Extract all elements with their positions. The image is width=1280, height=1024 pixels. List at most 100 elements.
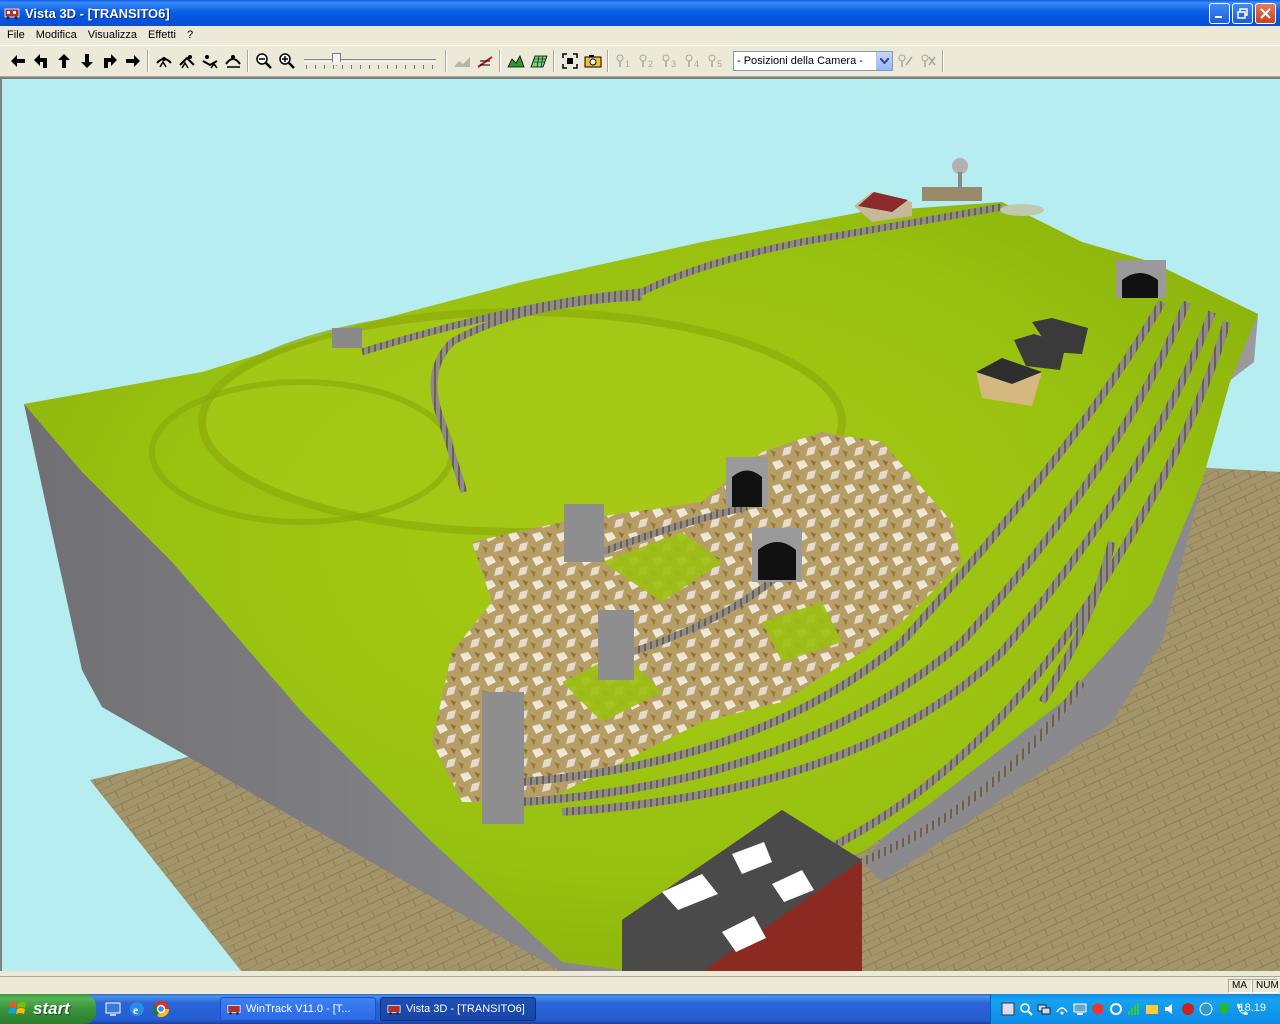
- camera-position-icon: 5: [708, 54, 722, 69]
- grid-icon: [529, 55, 548, 68]
- taskbar-item-label: WinTrack V11.0 - [T...: [246, 1003, 351, 1015]
- speed-slider[interactable]: [304, 51, 436, 71]
- view-walk-4-button[interactable]: [221, 50, 244, 73]
- globe-tray-icon[interactable]: [1199, 1002, 1213, 1016]
- turn-left-icon: [33, 54, 47, 68]
- move-down-button[interactable]: [75, 50, 98, 73]
- 3d-viewport[interactable]: [0, 77, 1280, 971]
- restore-icon: [1237, 8, 1248, 19]
- camera-position-icon: 3: [662, 54, 676, 69]
- move-left-button[interactable]: [6, 50, 29, 73]
- view-walk-1-button[interactable]: [152, 50, 175, 73]
- start-label: start: [33, 999, 70, 1018]
- menu-file[interactable]: File: [2, 29, 31, 41]
- camera-slot-1-button[interactable]: 1: [612, 50, 635, 73]
- camera-save-icon: [898, 54, 913, 67]
- security-tray-icon[interactable]: [1091, 1002, 1105, 1016]
- camera-position-select[interactable]: - Posizioni della Camera -: [733, 51, 893, 71]
- title-bar[interactable]: Vista 3D - [TRANSITO6]: [0, 0, 1280, 26]
- antivirus-tray-icon[interactable]: [1181, 1002, 1195, 1016]
- toolbar-separator: [147, 50, 149, 72]
- system-tray: 18.19: [990, 994, 1280, 1024]
- grid-button[interactable]: [527, 50, 550, 73]
- track-height-button[interactable]: [473, 50, 496, 73]
- minimize-button[interactable]: [1209, 3, 1230, 24]
- slider-track: [304, 59, 436, 62]
- menu-effetti[interactable]: Effetti: [143, 29, 182, 41]
- quick-launch: e: [104, 1000, 170, 1018]
- camera-slot-4-button[interactable]: 4: [681, 50, 704, 73]
- layout-3d-render[interactable]: [2, 79, 1280, 971]
- view-walk-2-button[interactable]: [175, 50, 198, 73]
- window-title: Vista 3D - [TRANSITO6]: [25, 5, 170, 21]
- view-walk-3-button[interactable]: [198, 50, 221, 73]
- terrain-icon: [453, 57, 470, 67]
- close-button[interactable]: [1255, 3, 1276, 24]
- fit-view-button[interactable]: [558, 50, 581, 73]
- sync-tray-icon[interactable]: [1109, 1002, 1123, 1016]
- stone-pier-4: [482, 692, 524, 824]
- camera-slot-5-button[interactable]: 5: [704, 50, 727, 73]
- taskbar-item-wintrack[interactable]: WinTrack V11.0 - [T...: [220, 997, 376, 1021]
- shield-icon[interactable]: [1217, 1002, 1231, 1016]
- search-tray-icon[interactable]: [1019, 1002, 1033, 1016]
- folder-tray-icon[interactable]: [1145, 1002, 1159, 1016]
- dropdown-arrow[interactable]: [876, 52, 892, 70]
- landscape-icon: [506, 55, 525, 68]
- tunnel-portal-top-right: [1116, 260, 1166, 298]
- stone-pier-3: [598, 610, 634, 680]
- turn-right-icon: [103, 54, 117, 68]
- internet-explorer-icon[interactable]: e: [128, 1000, 146, 1018]
- walker-icon: [202, 55, 218, 69]
- camera-position-icon: 2: [639, 54, 653, 69]
- tunnel-portal-middle: [752, 528, 802, 582]
- camera-slot-number: 1: [625, 59, 630, 69]
- delete-camera-button[interactable]: [916, 50, 939, 73]
- svg-text:e: e: [133, 1003, 139, 1017]
- signal-tray-icon[interactable]: [1127, 1002, 1141, 1016]
- taskbar-item-label: Vista 3D - [TRANSITO6]: [406, 1003, 525, 1015]
- close-icon: [1260, 8, 1271, 19]
- landscape-button[interactable]: [504, 50, 527, 73]
- turn-left-button[interactable]: [29, 50, 52, 73]
- desktop-icon[interactable]: [104, 1000, 122, 1018]
- walker-icon: [178, 55, 195, 69]
- slider-ticks: [306, 65, 434, 69]
- display-tray-icon[interactable]: [1073, 1002, 1087, 1016]
- camera-slot-3-button[interactable]: 3: [658, 50, 681, 73]
- terrain-button[interactable]: [450, 50, 473, 73]
- camera-position-value: - Posizioni della Camera -: [737, 55, 863, 67]
- network-tray-icon[interactable]: [1037, 1002, 1051, 1016]
- zoom-out-icon: [255, 53, 272, 69]
- stone-pier-1: [332, 328, 362, 348]
- volume-icon[interactable]: [1163, 1002, 1177, 1016]
- status-bar: MA NUM: [0, 976, 1280, 994]
- save-camera-button[interactable]: [893, 50, 916, 73]
- menu-modifica[interactable]: Modifica: [31, 29, 83, 41]
- zoom-in-button[interactable]: [275, 50, 298, 73]
- toolbar-separator: [499, 50, 501, 72]
- wireless-tray-icon[interactable]: [1055, 1002, 1069, 1016]
- toolbar: 1 2 3 4 5 - Posizioni della Camera -: [0, 45, 1280, 77]
- windows-taskbar: start e WinTrack V11.0 - [T... Vista 3D …: [0, 994, 1280, 1024]
- taskbar-item-vista-3d[interactable]: Vista 3D - [TRANSITO6]: [380, 997, 536, 1021]
- menu-visualizza[interactable]: Visualizza: [83, 29, 143, 41]
- arrow-left-icon: [10, 55, 25, 67]
- camera-slot-2-button[interactable]: 2: [635, 50, 658, 73]
- tray-app-icon[interactable]: [1001, 1002, 1015, 1016]
- chrome-icon[interactable]: [152, 1000, 170, 1018]
- camera-slot-number: 3: [671, 59, 676, 69]
- restore-button[interactable]: [1232, 3, 1253, 24]
- move-up-button[interactable]: [52, 50, 75, 73]
- move-right-button[interactable]: [121, 50, 144, 73]
- snapshot-button[interactable]: [581, 50, 604, 73]
- stone-pier-2: [564, 504, 604, 562]
- menu-help[interactable]: ?: [182, 29, 199, 41]
- toolbar-separator: [247, 50, 249, 72]
- start-button[interactable]: start: [0, 994, 96, 1024]
- train-app-icon: [4, 8, 20, 20]
- system-clock: 18.19: [1238, 1002, 1266, 1014]
- camera-slot-number: 4: [694, 59, 699, 69]
- zoom-out-button[interactable]: [252, 50, 275, 73]
- turn-right-button[interactable]: [98, 50, 121, 73]
